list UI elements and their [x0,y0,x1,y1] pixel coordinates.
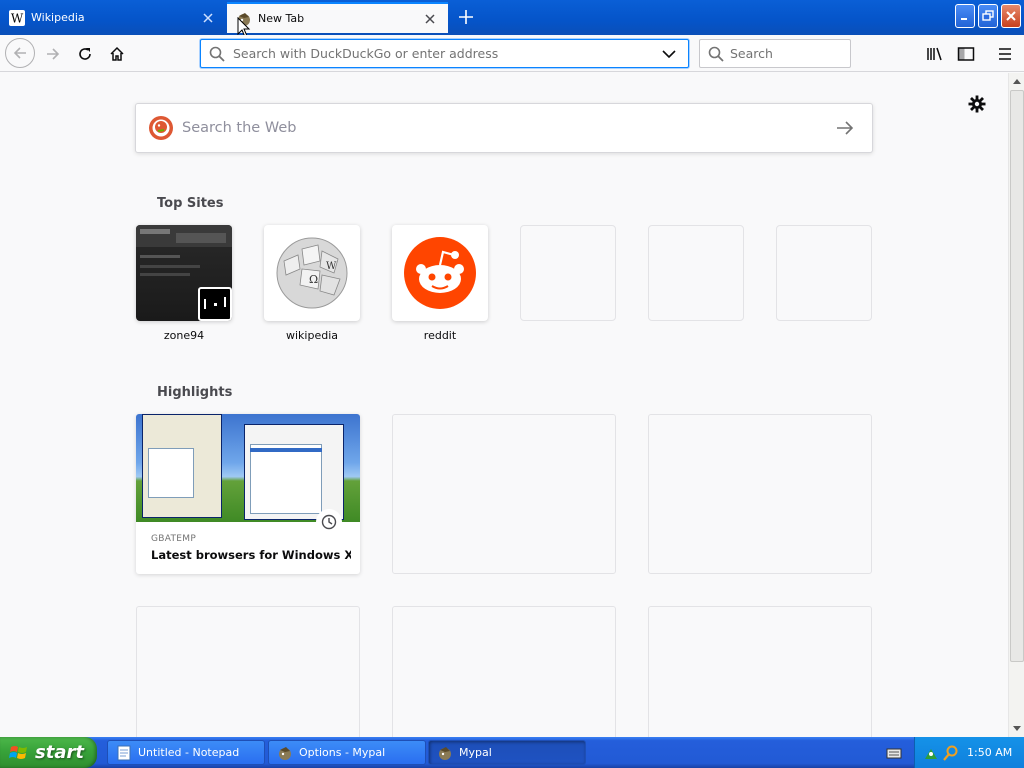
highlight-placeholder [648,414,872,574]
search-bar[interactable] [699,39,886,68]
clock: 1:50 AM [967,746,1013,759]
site-thumbnail [136,225,232,321]
settings-gear-icon[interactable] [967,94,987,114]
new-tab-button[interactable] [454,5,478,29]
taskbar-item-notepad[interactable]: Untitled - Notepad [107,740,265,765]
network-icon[interactable] [923,745,939,761]
notepad-icon [116,745,132,761]
scroll-up-icon[interactable] [1009,73,1024,89]
reddit-icon [392,225,488,321]
chevron-down-icon[interactable] [662,46,682,62]
highlight-source: GBATEMP [151,534,197,544]
back-arrow-icon [13,47,26,59]
scroll-down-icon[interactable] [1009,721,1024,737]
site-label [520,329,616,343]
navigation-toolbar [0,35,1024,72]
sidebar-icon [957,47,975,61]
close-window-button[interactable] [1001,4,1021,28]
task-label: Mypal [459,746,492,759]
highlight-thumbnail [136,414,360,522]
library-icon [927,47,942,61]
tab-title: Wikipedia [31,11,85,24]
new-tab-page: Top Sites zone94 [0,73,1008,737]
taskbar: start Untitled - Notepad Options - Mypal… [0,737,1024,768]
tab-new-tab[interactable]: New Tab [227,2,448,33]
sidebar-button[interactable] [952,40,980,68]
zone94-favicon [198,287,232,321]
site-label: reddit [423,329,457,342]
library-button[interactable] [921,40,949,68]
reload-icon [79,48,91,60]
svg-text:W: W [11,11,24,25]
highlight-placeholder [392,606,616,737]
top-site-empty [648,225,744,343]
top-sites-heading: Top Sites [157,196,224,211]
task-label: Untitled - Notepad [138,746,240,759]
scrollbar-thumb[interactable] [1010,90,1024,662]
site-label: zone94 [163,329,205,342]
address-bar[interactable] [200,39,689,68]
search-icon [708,46,724,62]
highlight-title: Latest browsers for Windows XP... [151,548,351,562]
hamburger-menu-icon [999,48,1011,60]
tab-title: New Tab [258,12,305,25]
mypal-icon [437,745,453,761]
highlight-placeholder [648,606,872,737]
web-search-box[interactable] [135,103,873,153]
keyboard-icon[interactable] [886,745,902,759]
tab-bar: W Wikipedia New Tab [0,0,1024,35]
menu-button[interactable] [991,40,1019,68]
search-icon [209,46,227,62]
site-label: wikipedia [285,329,338,342]
top-site-zone94[interactable]: zone94 [136,225,232,343]
web-search-input[interactable] [182,120,836,136]
duckduckgo-icon [148,115,174,141]
start-label: start [35,742,84,763]
plus-icon [459,10,473,24]
reload-button[interactable] [71,40,99,68]
highlight-placeholder [136,606,360,737]
home-icon [110,46,124,61]
wikipedia-globe-icon: Ω W [264,225,360,321]
empty-tile [648,225,744,321]
address-input[interactable] [233,46,662,61]
windows-logo-icon [9,743,29,763]
mypal-icon [277,745,293,761]
minimize-button[interactable] [955,4,975,28]
highlight-placeholder [392,414,616,574]
top-site-empty [520,225,616,343]
tab-wikipedia[interactable]: W Wikipedia [0,2,226,33]
arrow-right-icon[interactable] [836,121,856,135]
clock-icon [316,509,342,535]
close-tab-icon[interactable] [198,8,218,28]
close-tab-icon[interactable] [420,9,440,29]
taskbar-item-mypal[interactable]: Mypal [428,740,586,765]
taskbar-item-options[interactable]: Options - Mypal [268,740,426,765]
search-input[interactable] [730,46,886,61]
system-tray: 1:50 AM [914,737,1024,768]
wikipedia-icon: W [9,9,25,26]
forward-arrow-icon [47,48,60,60]
site-label [776,329,872,343]
restore-button[interactable] [978,4,998,28]
task-label: Options - Mypal [299,746,386,759]
back-button[interactable] [5,38,35,68]
search-tray-icon[interactable] [943,745,959,761]
site-label [648,329,744,343]
start-button[interactable]: start [0,737,97,768]
forward-button[interactable] [39,40,67,68]
highlights-heading: Highlights [157,385,233,400]
top-site-reddit[interactable]: reddit [392,225,488,343]
top-site-empty [776,225,872,343]
highlight-card[interactable]: GBATEMP Latest browsers for Windows XP..… [136,414,360,574]
top-site-wikipedia[interactable]: Ω W wikipedia [264,225,360,343]
empty-tile [520,225,616,321]
vertical-scrollbar[interactable] [1008,73,1024,737]
svg-text:W: W [326,261,337,272]
empty-tile [776,225,872,321]
home-button[interactable] [103,40,131,68]
svg-text:Ω: Ω [309,273,318,286]
